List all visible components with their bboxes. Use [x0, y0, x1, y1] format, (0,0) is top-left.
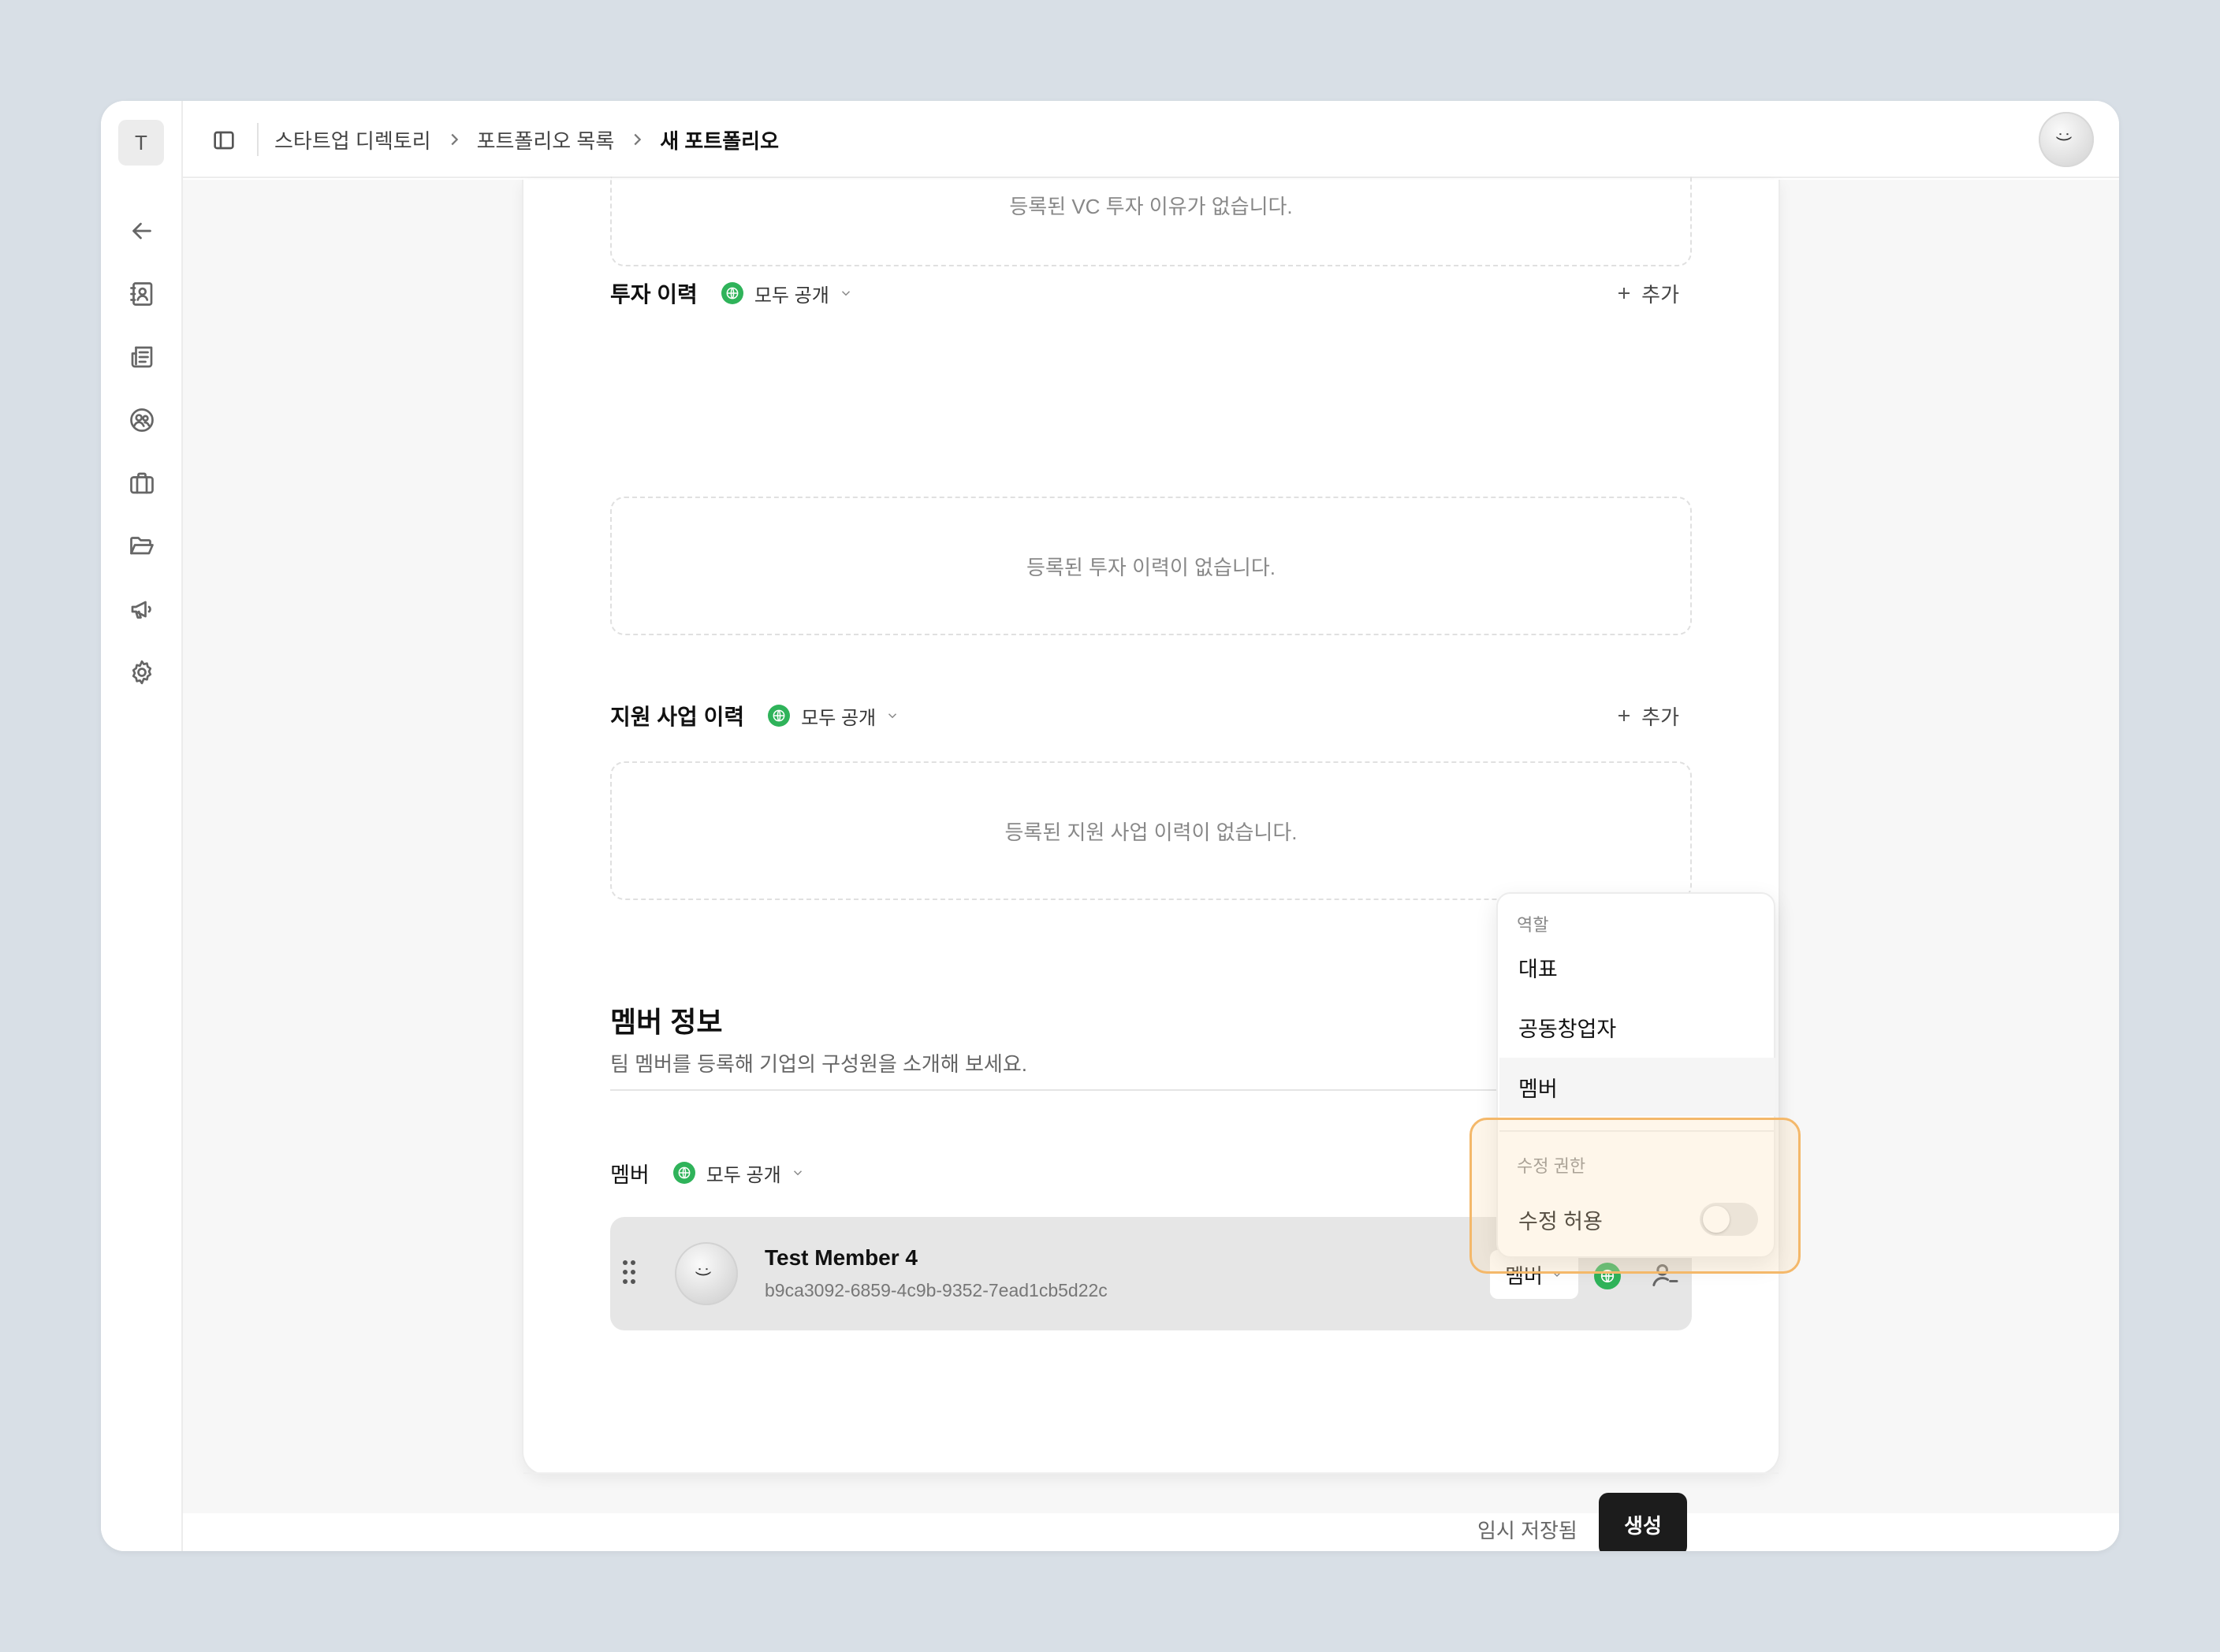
- app-window: T 스타트업 디렉토리 포트폴리오 목록 새 포트폴리오:) 등록된 VC 투…: [101, 101, 2119, 1551]
- investment-section-title: 투자 이력: [610, 282, 698, 307]
- globe-icon: [768, 705, 791, 727]
- back-button[interactable]: [125, 214, 159, 248]
- gear-icon: [132, 660, 152, 685]
- breadcrumb: 스타트업 디렉토리 포트폴리오 목록 새 포트폴리오: [274, 101, 779, 178]
- support-add-label: 추가: [1641, 705, 1679, 729]
- investment-add-button[interactable]: 추가: [1615, 279, 1692, 308]
- chevron-right-icon: [628, 131, 646, 148]
- role-option-member[interactable]: 멤버: [1499, 1058, 1775, 1116]
- investment-add-label: 추가: [1641, 282, 1679, 307]
- member-section-description: 팀 멤버를 등록해 기업의 구성원을 소개해 보세요.: [610, 1052, 1027, 1076]
- plus-icon: [1618, 710, 1630, 721]
- sidebar-toggle-button[interactable]: [208, 125, 240, 156]
- edit-permission-highlight: [1469, 1118, 1801, 1274]
- nav-settings-button[interactable]: [125, 655, 159, 690]
- chevron-down-icon: [839, 286, 853, 300]
- draft-status[interactable]: 임시 저장됨: [1477, 1515, 1577, 1544]
- avatar-face-icon: :): [695, 1267, 713, 1277]
- nav-announcements-button[interactable]: [125, 592, 159, 627]
- create-button[interactable]: 생성: [1599, 1493, 1687, 1551]
- breadcrumb-item-portfolio-list[interactable]: 포트폴리오 목록: [477, 125, 615, 154]
- member-section-heading: 멤버 정보: [610, 1006, 723, 1038]
- newspaper-icon: [131, 346, 153, 368]
- support-add-button[interactable]: 추가: [1615, 701, 1692, 731]
- portfolio-form-panel: 등록된 VC 투자 이유가 없습니다. 투자 이력 모두 공개 추가 등록된 투…: [522, 177, 1780, 1551]
- member-name: Test Member 4: [765, 1245, 918, 1270]
- content-bottom-strip: [183, 1513, 2119, 1551]
- investment-empty-box: 등록된 투자 이력이 없습니다.: [610, 497, 1692, 635]
- breadcrumb-item-current: 새 포트폴리오: [660, 128, 780, 153]
- users-circle-icon: [130, 408, 154, 432]
- role-option-cofounder[interactable]: 공동창업자: [1499, 998, 1775, 1056]
- sidebar-toggle-icon: [214, 131, 234, 150]
- support-visibility-select[interactable]: 모두 공개: [768, 702, 900, 730]
- nav-directory-button[interactable]: [125, 277, 159, 311]
- vc-reasons-empty-box: 등록된 VC 투자 이유가 없습니다.: [610, 177, 1692, 266]
- support-visibility-label: 모두 공개: [801, 707, 877, 729]
- nav-files-button[interactable]: [125, 529, 159, 564]
- breadcrumb-item-directory[interactable]: 스타트업 디렉토리: [274, 125, 431, 154]
- role-option-ceo[interactable]: 대표: [1499, 938, 1775, 996]
- workspace-badge[interactable]: T: [118, 120, 164, 166]
- nav-news-button[interactable]: [125, 340, 159, 374]
- footer-divider: [523, 1472, 1779, 1474]
- investment-section-header: 투자 이력 모두 공개 추가: [610, 276, 1692, 311]
- drag-handle-icon[interactable]: [621, 1258, 637, 1286]
- investment-visibility-select[interactable]: 모두 공개: [721, 280, 853, 307]
- megaphone-icon: [131, 601, 151, 619]
- member-avatar: :): [675, 1242, 738, 1305]
- globe-icon: [721, 282, 743, 304]
- top-bar: 스타트업 디렉토리 포트폴리오 목록 새 포트폴리오 :): [183, 101, 2119, 178]
- chevron-down-icon: [885, 709, 900, 723]
- globe-icon: [672, 1162, 695, 1184]
- vc-reasons-empty-text: 등록된 VC 투자 이유가 없습니다.: [1009, 194, 1293, 218]
- folder-open-icon: [130, 537, 154, 555]
- investment-visibility-label: 모두 공개: [754, 285, 829, 307]
- member-visibility-label: 모두 공개: [706, 1164, 781, 1186]
- support-section-header: 지원 사업 이력 모두 공개 추가: [610, 698, 1692, 733]
- back-arrow-icon: [132, 222, 151, 240]
- member-visibility-select[interactable]: 모두 공개: [672, 1159, 805, 1187]
- member-list-title: 멤버: [610, 1163, 650, 1187]
- member-id: b9ca3092-6859-4c9b-9352-7ead1cb5d22c: [765, 1280, 1108, 1300]
- avatar-face-icon: :): [2055, 132, 2073, 142]
- icon-rail: T: [101, 101, 183, 1551]
- role-group-label: 역할: [1517, 915, 1549, 935]
- chevron-right-icon: [445, 131, 463, 148]
- topbar-divider: [257, 123, 259, 156]
- support-empty-text: 등록된 지원 사업 이력이 없습니다.: [1004, 820, 1298, 844]
- support-section-title: 지원 사업 이력: [610, 705, 745, 729]
- nav-community-button[interactable]: [125, 403, 159, 437]
- contacts-icon: [130, 282, 153, 306]
- plus-icon: [1618, 288, 1630, 299]
- support-empty-box: 등록된 지원 사업 이력이 없습니다.: [610, 761, 1692, 900]
- chevron-down-icon: [791, 1166, 805, 1180]
- investment-empty-text: 등록된 투자 이력이 없습니다.: [1026, 555, 1276, 579]
- user-avatar[interactable]: :): [2039, 112, 2094, 167]
- nav-portfolio-button[interactable]: [125, 466, 159, 500]
- briefcase-icon: [130, 472, 154, 494]
